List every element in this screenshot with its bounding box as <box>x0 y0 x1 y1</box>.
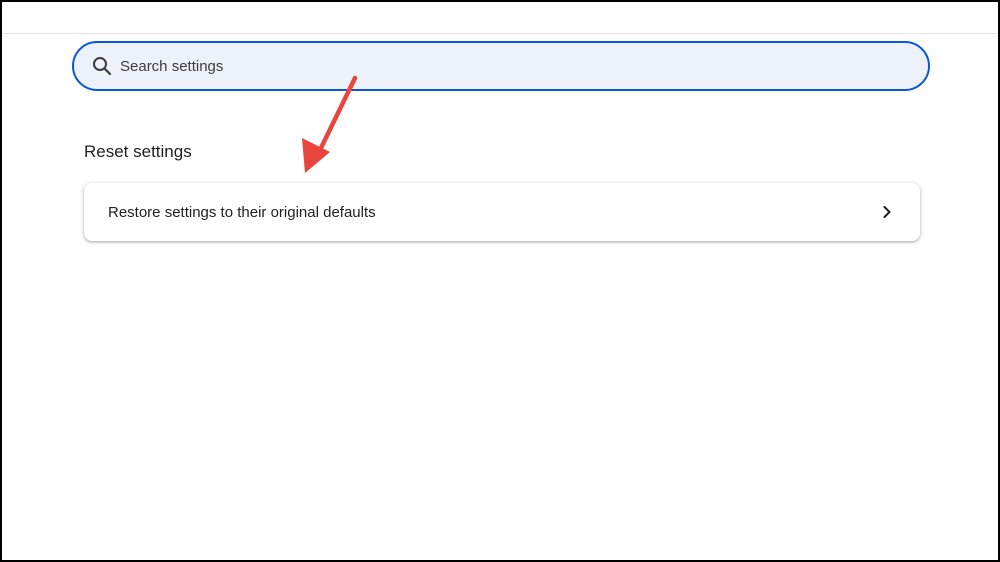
search-box[interactable] <box>72 41 930 91</box>
search-input[interactable] <box>120 51 880 81</box>
top-divider <box>2 33 998 34</box>
section-title-reset-settings: Reset settings <box>84 142 192 161</box>
chevron-right-icon <box>880 205 894 219</box>
restore-defaults-label: Restore settings to their original defau… <box>108 203 376 221</box>
restore-defaults-row[interactable]: Restore settings to their original defau… <box>84 183 920 241</box>
search-icon <box>92 56 112 76</box>
settings-page: Reset settings Restore settings to their… <box>2 2 998 560</box>
